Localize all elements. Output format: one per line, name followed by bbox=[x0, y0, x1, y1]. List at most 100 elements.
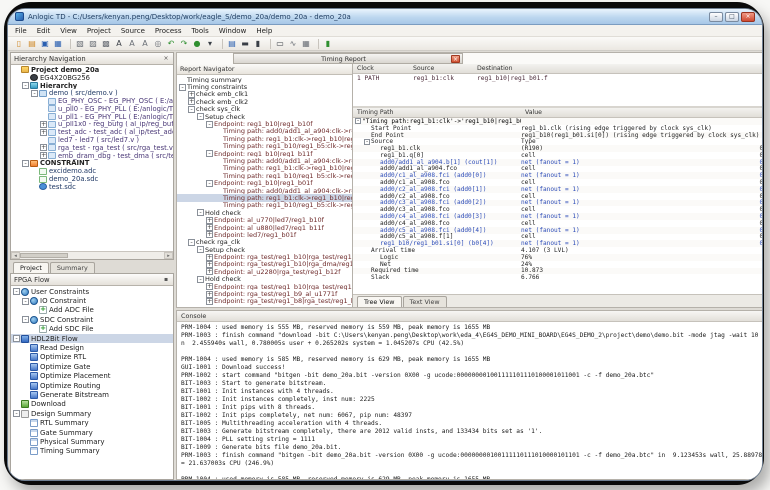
font-decrease-icon[interactable]: A bbox=[126, 38, 138, 50]
menu-item[interactable]: Edit bbox=[37, 27, 51, 35]
report-tree-item[interactable]: check emb_clk2 bbox=[177, 98, 352, 105]
hierarchy-tree-item[interactable]: EG4X20BG256 bbox=[11, 74, 173, 82]
flow-tree-item[interactable]: Physical Summary bbox=[11, 437, 173, 446]
flow-tree-item[interactable]: Gate Summary bbox=[11, 428, 173, 437]
font-default-icon[interactable]: A bbox=[139, 38, 151, 50]
scroll-right-icon[interactable]: ▸ bbox=[164, 252, 173, 259]
flow-tree-item[interactable]: Optimize Routing bbox=[11, 381, 173, 390]
hierarchy-tree-item[interactable]: u_pll1x0 - reg_bufg ( al_ip/reg_bufg.v ) bbox=[11, 121, 173, 129]
expander-icon[interactable] bbox=[197, 113, 204, 120]
path-list-row[interactable]: 1 PATH reg1_b1:clk reg1_b10|reg1_b01.f bbox=[353, 74, 763, 83]
new-file-icon[interactable]: ▯ bbox=[13, 38, 25, 50]
expander-icon[interactable] bbox=[40, 129, 47, 136]
expander-icon[interactable] bbox=[22, 316, 29, 323]
panel-close-icon[interactable]: × bbox=[162, 55, 170, 62]
wave-view-icon[interactable]: ∿ bbox=[287, 38, 299, 50]
report-tree-item[interactable]: Setup check bbox=[177, 113, 352, 120]
view-tab[interactable]: Tree View bbox=[357, 296, 402, 307]
download-board-icon[interactable]: ▮ bbox=[322, 38, 334, 50]
report-tree-item[interactable]: Endpoint: al_u770|led7/reg1_b10f bbox=[177, 216, 352, 223]
flow-tree-item[interactable]: User Constraints bbox=[11, 287, 173, 296]
hierarchy-tree-item[interactable]: emb_dram_dbg - test_dma ( src/test_dma.v… bbox=[11, 152, 173, 160]
report-tree-item[interactable]: check rga_clk bbox=[177, 239, 352, 246]
report-tree-item[interactable]: Timing path: reg1_b10/reg1_b5:clk->reg1_… bbox=[177, 143, 352, 150]
expander-icon[interactable] bbox=[40, 152, 47, 159]
close-icon[interactable]: × bbox=[741, 12, 755, 22]
cut-icon[interactable]: ▧ bbox=[74, 38, 86, 50]
run-options-dropdown-icon[interactable]: ▾ bbox=[204, 38, 216, 50]
expander-icon[interactable] bbox=[22, 160, 29, 167]
report-tree-item[interactable]: Hold check bbox=[177, 276, 352, 283]
find-icon[interactable]: ◎ bbox=[152, 38, 164, 50]
separator-icon[interactable] bbox=[219, 39, 223, 49]
hierarchy-tree-item[interactable]: demo_20a.sdc bbox=[11, 175, 173, 183]
expander-icon[interactable] bbox=[206, 268, 213, 275]
expander-icon[interactable] bbox=[206, 224, 213, 231]
flow-tree-item[interactable]: Design Summary bbox=[11, 409, 173, 418]
hierarchy-tree-item[interactable]: test.sdc bbox=[11, 183, 173, 191]
expander-icon[interactable] bbox=[22, 82, 29, 89]
hierarchy-tree-item[interactable]: EG_PHY_OSC - EG_PHY_OSC ( E:/anlogic/TD4… bbox=[11, 97, 173, 105]
report-tree-item[interactable]: Endpoint: reg1_b10|reg1_b01f bbox=[177, 179, 352, 186]
report-tree-item[interactable]: Endpoint: led7/reg1_b01f bbox=[177, 231, 352, 238]
hierarchy-tree-item[interactable]: rga_test - rga_test ( src/rga_test.v ) bbox=[11, 144, 173, 152]
flow-tree-item[interactable]: Read Design bbox=[11, 343, 173, 352]
expander-icon[interactable] bbox=[206, 254, 213, 261]
hierarchy-tree-item[interactable]: Hierarchy bbox=[11, 82, 173, 90]
expander-icon[interactable] bbox=[13, 288, 20, 295]
report-tree-item[interactable]: Endpoint: reg1_b10|reg1_b11f bbox=[177, 150, 352, 157]
expander-icon[interactable] bbox=[13, 410, 20, 417]
menu-item[interactable]: Tools bbox=[191, 27, 208, 35]
expander-icon[interactable] bbox=[206, 180, 213, 187]
grid-view-icon[interactable]: ▦ bbox=[300, 38, 312, 50]
view-tab[interactable]: Text View bbox=[403, 296, 447, 307]
report-tree-item[interactable]: Timing path: add0/add1_al_a904:clk->reg1… bbox=[177, 128, 352, 135]
expander-icon[interactable] bbox=[13, 335, 20, 342]
close-icon[interactable]: × bbox=[451, 55, 460, 63]
timing-path-row[interactable]: Slack 6.766 bbox=[353, 274, 763, 281]
flow-tree-item[interactable]: Optimize RTL bbox=[11, 353, 173, 362]
redo-icon[interactable]: ↷ bbox=[178, 38, 190, 50]
flow-tree-item[interactable]: RTL Summary bbox=[11, 418, 173, 427]
undo-icon[interactable]: ↶ bbox=[165, 38, 177, 50]
menu-item[interactable]: View bbox=[60, 27, 77, 35]
report-tree-item[interactable]: Endpoint: rga_test/reg1_b9_al_u1771f bbox=[177, 290, 352, 297]
expander-icon[interactable] bbox=[40, 121, 47, 128]
floorplan-view-icon[interactable]: ▬ bbox=[239, 38, 251, 50]
expander-icon[interactable] bbox=[206, 291, 213, 298]
menu-item[interactable]: Source bbox=[121, 27, 145, 35]
report-tree-item[interactable]: Endpoint: al_u880|led7/reg1_b11f bbox=[177, 224, 352, 231]
report-tree-item[interactable]: Timing path: reg1_b1:clk->reg1_b10|reg1_… bbox=[177, 135, 352, 142]
open-file-icon[interactable]: ▤ bbox=[26, 38, 38, 50]
flow-tree-item[interactable]: Add SDC File bbox=[11, 325, 173, 334]
expander-icon[interactable] bbox=[188, 91, 195, 98]
expander-icon[interactable] bbox=[197, 246, 204, 253]
report-tree-item[interactable]: Timing path: reg1_b10/reg1_b5:clk->reg1_… bbox=[177, 172, 352, 179]
report-tree-item[interactable]: Endpoint: rga_test/reg1_b8|rga_test/reg1… bbox=[177, 298, 352, 305]
report-tree-item[interactable]: Timing summary bbox=[177, 76, 352, 83]
report-tree-item[interactable]: Timing path: add0/add1_al_a904:clk->reg1… bbox=[177, 187, 352, 194]
expander-icon[interactable] bbox=[197, 209, 204, 216]
separator-icon[interactable] bbox=[315, 39, 319, 49]
expander-icon[interactable] bbox=[355, 118, 361, 124]
hierarchy-tree-item[interactable]: u_pll0 - EG_PHY_PLL ( E:/anlogic/TD4.2/l… bbox=[11, 105, 173, 113]
report-tree-item[interactable]: check sys_clk bbox=[177, 106, 352, 113]
expander-icon[interactable] bbox=[206, 261, 213, 268]
save-all-icon[interactable]: ▦ bbox=[52, 38, 64, 50]
menu-item[interactable]: Help bbox=[256, 27, 272, 35]
console-output[interactable]: PRM-1004 : used memory is 555 MB, reserv… bbox=[177, 322, 763, 479]
device-view-icon[interactable]: ▭ bbox=[274, 38, 286, 50]
save-file-icon[interactable]: ▣ bbox=[39, 38, 51, 50]
expander-icon[interactable] bbox=[206, 217, 213, 224]
expander-icon[interactable] bbox=[179, 84, 186, 91]
new-report-icon[interactable]: ▤ bbox=[226, 38, 238, 50]
maximize-icon[interactable]: □ bbox=[725, 12, 739, 22]
copy-icon[interactable]: ▨ bbox=[87, 38, 99, 50]
expander-icon[interactable] bbox=[188, 98, 195, 105]
expander-icon[interactable] bbox=[364, 139, 370, 145]
expander-icon[interactable] bbox=[206, 283, 213, 290]
report-tree-item[interactable]: Timing path: reg1_b1:clk->reg1_b10|reg1_… bbox=[177, 165, 352, 172]
report-tree-item[interactable]: Hold check bbox=[177, 209, 352, 216]
flow-tree-item[interactable]: SDC Constraint bbox=[11, 315, 173, 324]
report-tree-item[interactable]: Timing path: reg1_b1:clk->reg1_b10|reg1_… bbox=[177, 194, 352, 201]
